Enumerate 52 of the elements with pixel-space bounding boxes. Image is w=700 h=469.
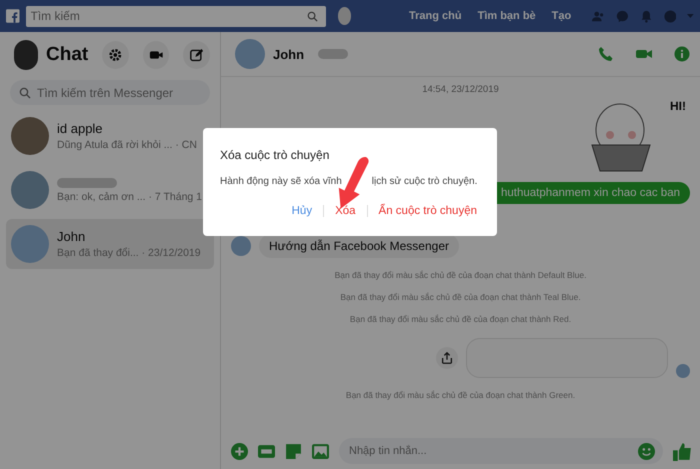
- message-preview: Bạn đã thay đổi... · 23/12/2019: [57, 247, 201, 259]
- conversation-item[interactable]: Bạn: ok, cảm ơn ... · 7 Tháng 1: [6, 165, 214, 215]
- dialog-text: Hành động này sẽ xóa vĩnh: [220, 176, 342, 187]
- video-camera-icon[interactable]: [142, 41, 170, 69]
- profile-avatar[interactable]: [14, 40, 38, 70]
- contact-name: John: [273, 46, 304, 62]
- sidebar-title: Chat: [46, 44, 88, 66]
- search-field[interactable]: Tìm kiếm trên Messenger: [10, 80, 210, 105]
- avatar: [11, 225, 49, 263]
- received-message: Hướng dẫn Facebook Messenger: [259, 234, 459, 258]
- thumbs-up-icon[interactable]: [673, 442, 692, 460]
- contact-name: John: [57, 229, 86, 244]
- image-icon[interactable]: [312, 442, 329, 460]
- avatar: [235, 39, 265, 69]
- phone-icon[interactable]: [598, 46, 614, 62]
- nav-link[interactable]: Trang chủ: [409, 10, 462, 22]
- search-icon: [19, 87, 31, 99]
- avatar: [11, 117, 49, 155]
- nav-link[interactable]: Tìm bạn bè: [478, 10, 536, 22]
- blurred-name: [318, 49, 348, 59]
- compose-icon[interactable]: [183, 41, 210, 69]
- dialog-button[interactable]: Hủy: [288, 203, 316, 219]
- info-icon[interactable]: [674, 46, 690, 62]
- dialog-button[interactable]: Xóa: [332, 203, 359, 219]
- profile-avatar[interactable]: [338, 7, 352, 25]
- system-notice: Bạn đã thay đổi màu sắc chủ đề của đoạn chat thành Teal Blue.: [340, 292, 581, 302]
- message-preview: Bạn: ok, cảm ơn ... · 7 Tháng 1: [57, 190, 202, 202]
- sticker-icon[interactable]: [285, 442, 302, 460]
- settings-icon[interactable]: [102, 41, 129, 69]
- plus-icon[interactable]: [231, 442, 248, 460]
- avatar: [231, 236, 251, 256]
- dialog-title: Xóa cuộc trò chuyện: [220, 148, 330, 162]
- contact-name: id apple: [57, 121, 104, 136]
- caret-icon[interactable]: [687, 13, 694, 19]
- smiley-icon[interactable]: [638, 442, 655, 460]
- system-notice: Bạn đã thay đổi màu sắc chủ đề của đoạn chat thành Green.: [346, 390, 576, 400]
- blurred-name: [57, 178, 117, 188]
- conversation-item[interactable]: John Bạn đã thay đổi... · 23/12/2019: [6, 219, 214, 269]
- sticker-caption: HI!: [670, 99, 686, 113]
- dialog-button[interactable]: Ẩn cuộc trò chuyện: [376, 203, 480, 219]
- facebook-logo[interactable]: [6, 7, 20, 25]
- system-notice: Bạn đã thay đổi màu sắc chủ đề của đoạn chat thành Red.: [350, 314, 572, 324]
- timestamp: 14:54, 23/12/2019: [422, 84, 499, 95]
- avatar: [11, 171, 49, 209]
- system-notice: Bạn đã thay đổi màu sắc chủ đề của đoạn chat thành Default Blue.: [334, 270, 586, 280]
- search-icon: [306, 10, 318, 22]
- share-icon[interactable]: [436, 347, 458, 369]
- search-field[interactable]: Tìm kiếm: [26, 6, 326, 26]
- avatar: [676, 364, 690, 378]
- message-preview: Dũng Atula đã rời khỏi ... · CN: [57, 139, 197, 151]
- conversation-item[interactable]: id apple Dũng Atula đã rời khỏi ... · CN: [6, 111, 214, 161]
- nav-link[interactable]: Tạo: [552, 10, 572, 22]
